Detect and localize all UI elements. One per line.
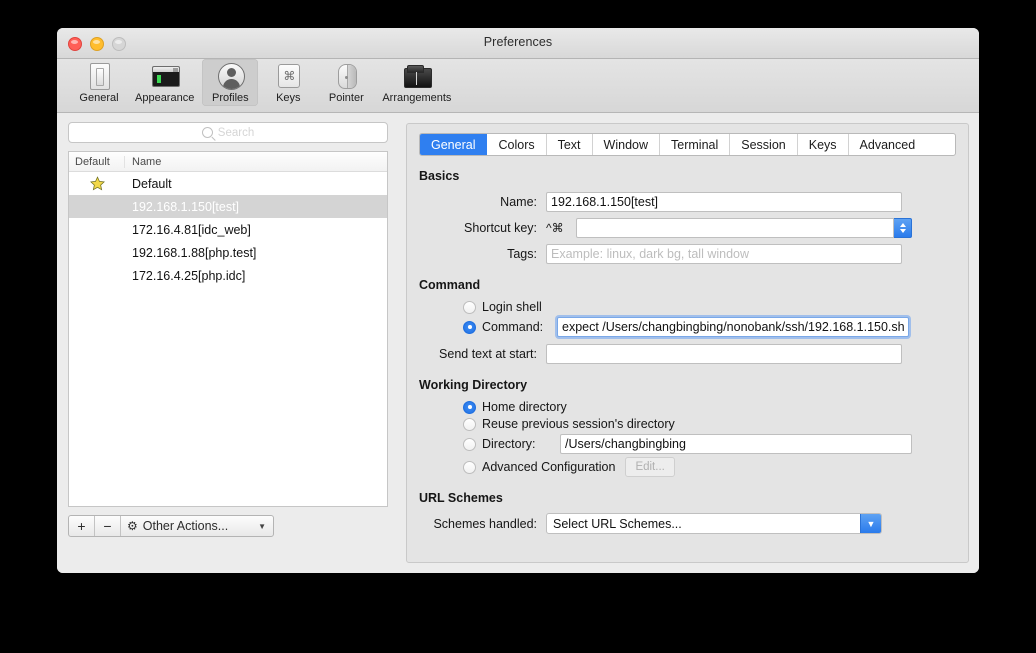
- shortcut-key-input[interactable]: [576, 218, 894, 238]
- custom-directory-radio[interactable]: [463, 437, 476, 451]
- schemes-handled-label: Schemes handled:: [433, 516, 537, 531]
- name-input[interactable]: 192.168.1.150[test]: [546, 192, 902, 212]
- table-row[interactable]: 192.168.1.88[php.test]: [69, 241, 387, 264]
- default-profile-star[interactable]: [69, 176, 125, 191]
- command-radio[interactable]: [463, 320, 476, 334]
- url-schemes-select[interactable]: Select URL Schemes... ▼: [546, 513, 882, 534]
- login-shell-label: Login shell: [482, 300, 542, 314]
- directory-label: Directory:: [482, 437, 536, 451]
- toolbar-item-appearance[interactable]: Appearance: [129, 59, 200, 106]
- search-input[interactable]: Search: [68, 122, 388, 143]
- table-row[interactable]: 192.168.1.150[test]: [69, 195, 387, 218]
- profile-name: 172.16.4.25[php.idc]: [132, 268, 246, 283]
- preferences-toolbar: General Appearance Profiles ⌘ Keys Point…: [57, 59, 979, 113]
- profiles-sidebar: Search Default Name Default 192.168.1.15…: [57, 113, 397, 573]
- shortcut-key-label: Shortcut key:: [464, 221, 537, 235]
- terminal-window-icon: [150, 62, 180, 91]
- table-row[interactable]: 172.16.4.81[idc_web]: [69, 218, 387, 241]
- command-input[interactable]: expect /Users/changbingbing/nonobank/ssh…: [557, 317, 909, 337]
- shortcut-stepper[interactable]: [894, 218, 912, 238]
- tab-text[interactable]: Text: [546, 134, 593, 155]
- toolbar-item-keys-label: Keys: [276, 92, 301, 104]
- toolbar-item-arrangements[interactable]: Arrangements: [376, 59, 457, 106]
- edit-button: Edit...: [625, 457, 675, 477]
- remove-profile-button[interactable]: −: [95, 516, 121, 536]
- other-actions-menu[interactable]: ⚙ Other Actions... ▼: [121, 516, 273, 536]
- toolbar-item-pointer-label: Pointer: [328, 92, 364, 104]
- toolbar-item-appearance-label: Appearance: [135, 92, 195, 104]
- reuse-directory-radio[interactable]: [463, 417, 476, 431]
- toolbar-item-profiles[interactable]: Profiles: [202, 59, 259, 106]
- toolbar-item-arrangements-label: Arrangements: [382, 92, 452, 104]
- star-icon: [89, 176, 105, 191]
- toolbar-item-keys[interactable]: ⌘ Keys: [260, 59, 316, 106]
- profile-name: 192.168.1.150[test]: [132, 199, 240, 214]
- toolbar-item-profiles-label: Profiles: [211, 92, 249, 104]
- send-text-label: Send text at start:: [439, 347, 537, 361]
- windows-stack-icon: [402, 62, 432, 91]
- profiles-list-header: Default Name: [69, 152, 387, 172]
- tags-label: Tags:: [507, 247, 537, 261]
- profile-name: 172.16.4.81[idc_web]: [132, 222, 251, 237]
- home-directory-radio[interactable]: [463, 400, 476, 414]
- chevron-down-icon: ▼: [258, 521, 266, 531]
- window-titlebar: Preferences: [57, 28, 979, 59]
- url-schemes-value: Select URL Schemes...: [553, 516, 682, 531]
- login-shell-radio[interactable]: [463, 300, 476, 314]
- profile-name: Default: [132, 176, 172, 191]
- name-label: Name:: [500, 195, 537, 209]
- tab-session[interactable]: Session: [730, 134, 798, 155]
- profile-settings-card: General Colors Text Window Terminal Sess…: [406, 123, 969, 563]
- person-silhouette-icon: [215, 62, 246, 91]
- tab-keys[interactable]: Keys: [797, 134, 849, 155]
- command-label: Command:: [482, 320, 544, 334]
- window-title: Preferences: [483, 35, 553, 49]
- toolbar-item-general[interactable]: General: [71, 59, 127, 106]
- column-header-default[interactable]: Default: [69, 155, 125, 168]
- search-icon: [201, 127, 213, 138]
- gear-icon: ⚙: [127, 519, 138, 533]
- advanced-configuration-radio[interactable]: [463, 460, 476, 474]
- tags-input[interactable]: Example: linux, dark bg, tall window: [546, 244, 902, 264]
- table-row[interactable]: Default: [69, 172, 387, 195]
- preferences-window: Preferences General Appearance Profiles …: [57, 28, 979, 573]
- table-row[interactable]: 172.16.4.25[php.idc]: [69, 264, 387, 287]
- command-key-icon: ⌘: [273, 62, 303, 91]
- home-directory-label: Home directory: [482, 400, 567, 414]
- tab-colors[interactable]: Colors: [487, 134, 547, 155]
- section-title-url-schemes: URL Schemes: [419, 491, 503, 505]
- reuse-directory-label: Reuse previous session's directory: [482, 417, 675, 431]
- toolbar-item-general-label: General: [79, 92, 119, 104]
- mouse-icon: [331, 62, 361, 91]
- chevron-down-icon: ▼: [860, 514, 881, 533]
- profile-name: 192.168.1.88[php.test]: [132, 245, 257, 260]
- tab-terminal[interactable]: Terminal: [660, 134, 731, 155]
- toolbar-item-pointer[interactable]: Pointer: [318, 59, 374, 106]
- directory-input[interactable]: /Users/changbingbing: [560, 434, 912, 454]
- section-title-basics: Basics: [419, 169, 460, 183]
- search-placeholder: Search: [217, 126, 255, 139]
- profiles-list[interactable]: Default Name Default 192.168.1.150[test]: [68, 151, 388, 507]
- profiles-list-toolbar: + − ⚙ Other Actions... ▼: [68, 515, 397, 537]
- display-icon: [84, 62, 114, 91]
- column-header-name[interactable]: Name: [125, 156, 161, 168]
- tab-window[interactable]: Window: [592, 134, 661, 155]
- section-title-command: Command: [419, 278, 481, 292]
- advanced-configuration-label: Advanced Configuration: [482, 460, 616, 474]
- tab-general[interactable]: General: [420, 134, 488, 155]
- other-actions-label: Other Actions...: [142, 519, 229, 533]
- window-body: Search Default Name Default 192.168.1.15…: [57, 113, 979, 573]
- tab-advanced[interactable]: Advanced: [848, 134, 927, 155]
- profile-detail-pane: General Colors Text Window Terminal Sess…: [397, 113, 979, 573]
- add-profile-button[interactable]: +: [69, 516, 95, 536]
- section-title-working-directory: Working Directory: [419, 378, 528, 392]
- profile-tabs: General Colors Text Window Terminal Sess…: [419, 133, 956, 156]
- shortcut-modifiers: ^⌘: [546, 221, 564, 235]
- send-text-input[interactable]: [546, 344, 902, 364]
